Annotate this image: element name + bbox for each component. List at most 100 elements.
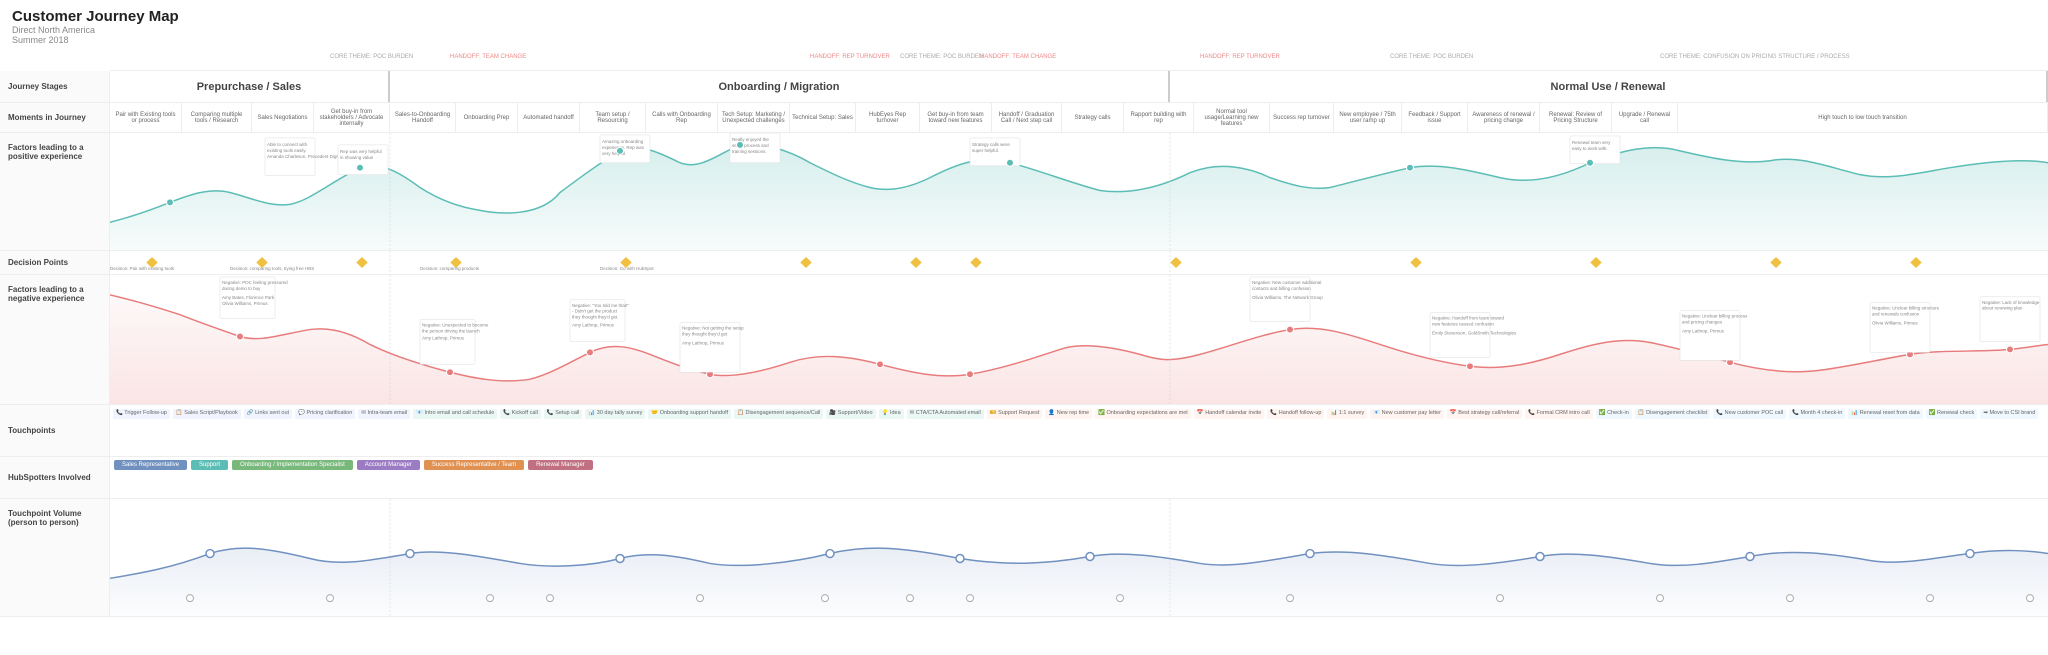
svg-text:existing tools easily.: existing tools easily. <box>267 148 307 153</box>
stage-onboarding: Onboarding / Migration <box>390 71 1170 102</box>
svg-text:contacts and billing confusion: contacts and billing confusion <box>1252 286 1311 291</box>
svg-text:Rep was very helpful: Rep was very helpful <box>340 149 382 154</box>
moment-13: Get buy-in from team toward new features <box>920 103 992 132</box>
svg-text:Negative: Handoff from team to: Negative: Handoff from team toward <box>1432 316 1504 321</box>
moment-6: Onboarding Prep <box>456 103 518 132</box>
hubspotters-row: HubSpotters Involved Sales Representativ… <box>0 457 2048 499</box>
tp-17: ✅ Onboarding expectations are met <box>1095 409 1191 419</box>
tp-16: 👤 New rep time <box>1045 409 1092 419</box>
role-support: Support <box>191 460 228 470</box>
svg-text:Negative: New customer additio: Negative: New customer additional <box>1252 280 1321 285</box>
svg-text:Negative: POC feeling pressure: Negative: POC feeling pressured <box>222 280 288 285</box>
svg-text:Olivia Williams, The Network G: Olivia Williams, The Network Group <box>1252 295 1323 300</box>
touchpoints-label: Touchpoints <box>0 405 110 457</box>
decision-points-label: Decision Points <box>0 251 110 275</box>
svg-text:Olivia Williams, Primus: Olivia Williams, Primus <box>222 301 268 306</box>
svg-text:Negative: "You told me that!": Negative: "You told me that!" <box>572 303 629 308</box>
decision-points-row: Decision Points Decision: Pair with exis… <box>0 251 2048 275</box>
svg-text:they thought they'd get.: they thought they'd get. <box>572 315 619 320</box>
svg-text:Negative: Unexpected to become: Negative: Unexpected to become <box>422 323 489 328</box>
header: Customer Journey Map Direct North Americ… <box>0 0 2048 51</box>
svg-text:and pricing changes: and pricing changes <box>1682 320 1723 325</box>
positive-factors-row: Factors leading to a positive experience… <box>0 133 2048 251</box>
moment-21: Awareness of renewal / pricing change <box>1468 103 1540 132</box>
phase-poc-1: CORE THEME: POC BURDEN <box>330 54 413 60</box>
tp-18: 📅 Handoff calendar invite <box>1194 409 1265 419</box>
svg-text:Emily Stevenson, GoldSmith Tec: Emily Stevenson, GoldSmith Technologies <box>1432 331 1517 336</box>
svg-text:new features caused confusion: new features caused confusion <box>1432 322 1494 327</box>
phase-poc-3: CORE THEME: POC BURDEN <box>1390 54 1473 60</box>
svg-text:Decision: comparing tools, try: Decision: comparing tools, trying free H… <box>230 266 314 271</box>
phase-handoff-1: HANDOFF: TEAM CHANGE <box>450 54 526 60</box>
moment-12: HubEyes Rep turnover <box>856 103 920 132</box>
svg-text:Really enjoyed the: Really enjoyed the <box>732 137 769 142</box>
tp-3: 🔗 Links sent out <box>244 409 292 419</box>
svg-text:Negative: Not getting the setu: Negative: Not getting the setup <box>682 326 744 331</box>
tp-15: 🎫 Support Request <box>987 409 1043 419</box>
phase-poc-2: CORE THEME: POC BURDEN <box>900 54 983 60</box>
svg-text:Amanda Charleson, Precedent Di: Amanda Charleson, Precedent Digital <box>267 154 342 159</box>
moment-15: Strategy calls <box>1062 103 1124 132</box>
tp-21: 📧 New customer pay letter <box>1370 409 1444 419</box>
svg-text:and renewals confusion: and renewals confusion <box>1872 312 1920 317</box>
decision-chart: Decision: Pair with existing tools Decis… <box>110 251 2048 274</box>
svg-text:Decision: Pair with existing t: Decision: Pair with existing tools <box>110 266 175 271</box>
tp-19: 📞 Handoff follow-up <box>1267 409 1324 419</box>
tp-25: 📋 Disengagement checklist <box>1635 409 1711 419</box>
moment-24: High touch to low touch transition <box>1678 103 2048 132</box>
journey-stages-label: Journey Stages <box>0 71 110 103</box>
svg-text:super helpful.: super helpful. <box>972 148 999 153</box>
moment-9: Calls with Onboarding Rep <box>646 103 718 132</box>
svg-text:- Didn't get the product: - Didn't get the product <box>572 309 618 314</box>
phase-handoff-rep-2: HANDOFF: REP TURNOVER <box>1200 54 1280 60</box>
svg-text:Decision: Go with HubSpot: Decision: Go with HubSpot <box>600 266 654 271</box>
volume-chart <box>110 499 2048 616</box>
positive-chart: Able to connect with existing tools easi… <box>110 133 2048 250</box>
tp-11: 📋 Disengagement sequence/Call <box>734 409 823 419</box>
svg-text:Amy Lathrop, Primus: Amy Lathrop, Primus <box>1682 329 1725 334</box>
svg-text:Decision: comparing products: Decision: comparing products <box>420 266 480 271</box>
role-onboarding: Onboarding / Implementation Specialist <box>232 460 353 470</box>
tp-8: 📞 Setup call <box>544 409 583 419</box>
tp-2: 📋 Sales Script/Playbook <box>173 409 241 419</box>
tp-10: 🤝 Onboarding support handoff <box>648 409 731 419</box>
svg-text:during demo to buy: during demo to buy <box>222 286 261 291</box>
moment-10: Tech Setup: Marketing / Unexpected chall… <box>718 103 790 132</box>
role-account-manager: Account Manager <box>357 460 420 470</box>
tp-6: 📧 Intro email and call schedule <box>413 409 497 419</box>
tp-7: 📞 Kickoff call <box>500 409 541 419</box>
tp-5: ✉ Intra-team email <box>358 409 410 419</box>
tp-22: 📅 Best strategy call/referral <box>1447 409 1522 419</box>
negative-factors-label: Factors leading to a negative experience <box>0 275 110 405</box>
subtitle-line2: Summer 2018 <box>12 35 2036 45</box>
tp-14: ✉ CTA/CTA Automated email <box>907 409 984 419</box>
page-title: Customer Journey Map <box>12 8 2036 25</box>
moment-7: Automated handoff <box>518 103 580 132</box>
moments-row: Moments in Journey Pair with Existing to… <box>0 103 2048 133</box>
moment-19: New employee / 75th user ramp up <box>1334 103 1402 132</box>
moment-22: Renewal: Review of Pricing Structure <box>1540 103 1612 132</box>
tp-13: 💡 Idea <box>879 409 904 419</box>
svg-text:Amy Lathrop, Primus: Amy Lathrop, Primus <box>422 336 465 341</box>
moment-16: Rapport building with rep <box>1124 103 1194 132</box>
svg-text:in showing value: in showing value <box>340 155 374 160</box>
tp-23: 📞 Formal CRM intro call <box>1525 409 1593 419</box>
moment-17: Normal tool usage/Learning new features <box>1194 103 1270 132</box>
negative-factors-row: Factors leading to a negative experience <box>0 275 2048 405</box>
tp-29: ✅ Renewal check <box>1926 409 1978 419</box>
svg-text:Amy Lathrop, Primus: Amy Lathrop, Primus <box>572 323 615 328</box>
svg-text:Able to connect with: Able to connect with <box>267 142 308 147</box>
tp-28: 📊 Renewal reset from data <box>1848 409 1922 419</box>
role-success-rep: Success Representative / Team <box>424 460 524 470</box>
svg-text:Negative: Lack of knowledge: Negative: Lack of knowledge <box>1982 300 2040 305</box>
journey-stages-row: Journey Stages Prepurchase / Sales Onboa… <box>0 71 2048 103</box>
svg-text:Amy Lathrop, Primus: Amy Lathrop, Primus <box>682 340 725 345</box>
negative-chart: Negative: POC feeling pressured during d… <box>110 275 2048 404</box>
svg-text:Renewal team very: Renewal team very <box>1572 140 1611 145</box>
tp-24: ✅ Check-in <box>1596 409 1632 419</box>
moment-5: Sales-to-Onboarding Handoff <box>390 103 456 132</box>
moment-3: Sales Negotiations <box>252 103 314 132</box>
svg-text:about renewing plan: about renewing plan <box>1982 306 2023 311</box>
moment-23: Upgrade / Renewal call <box>1612 103 1678 132</box>
tp-9: 📊 30 day tally survey <box>585 409 645 419</box>
